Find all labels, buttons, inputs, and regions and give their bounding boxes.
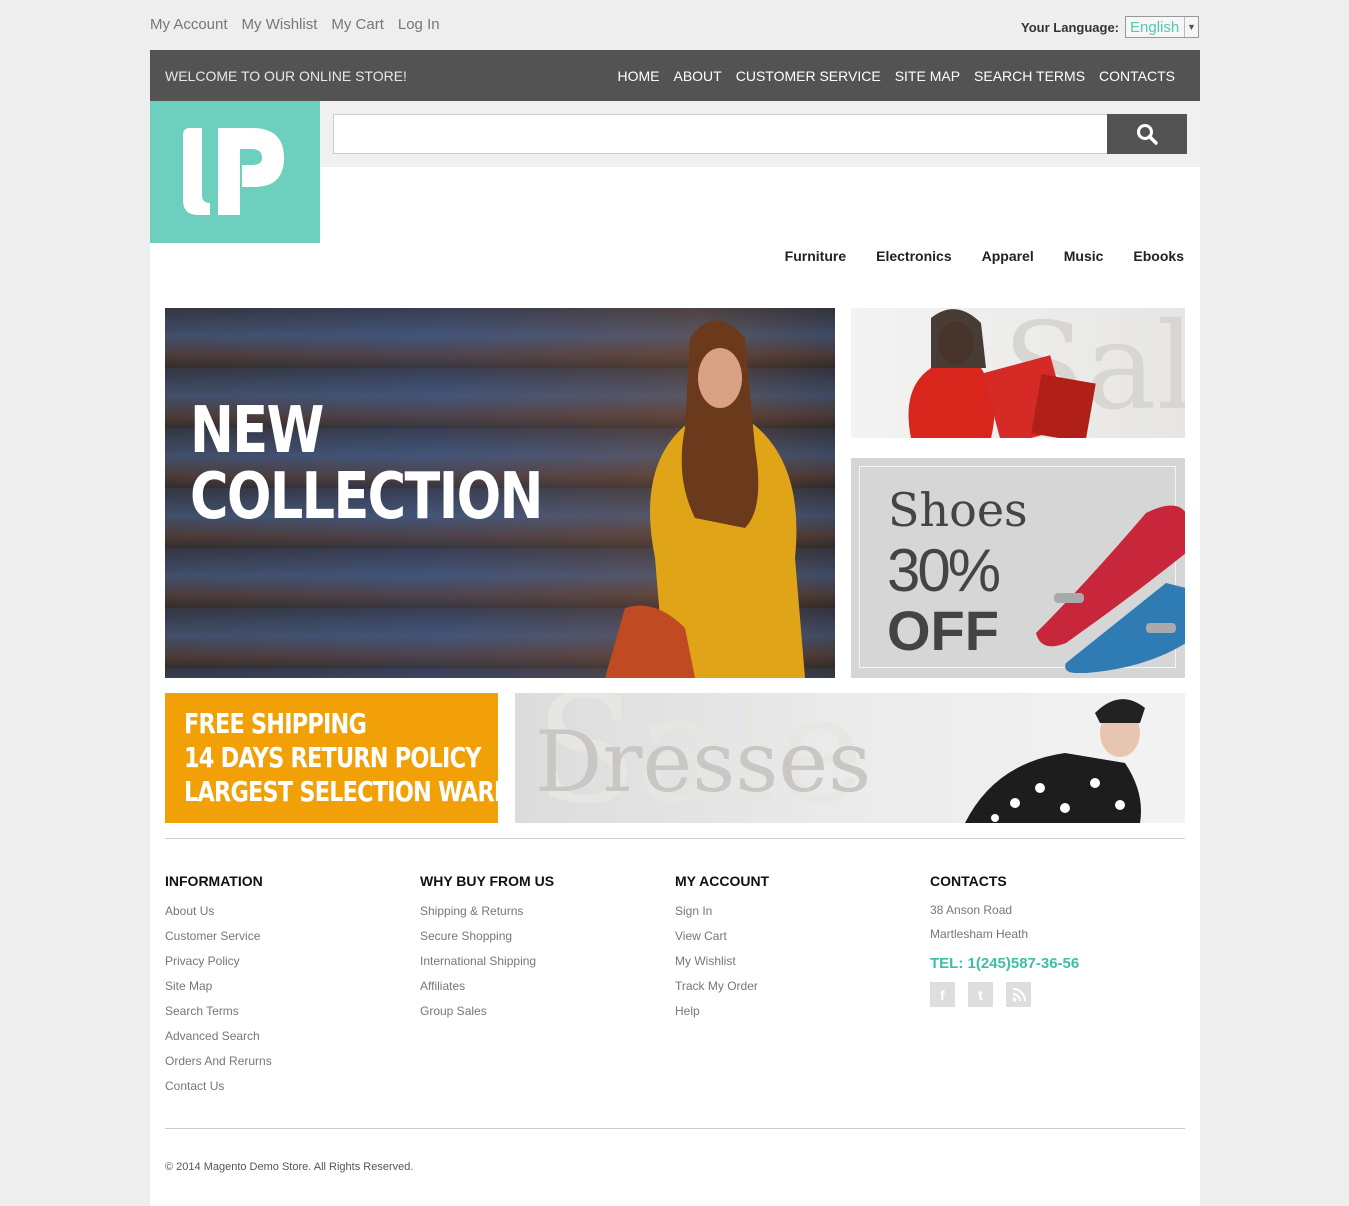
nav-home[interactable]: HOME	[617, 68, 659, 84]
footer-link-international-shipping[interactable]: International Shipping	[420, 953, 554, 978]
title-line-2: COLLECTION	[190, 460, 543, 534]
category-nav: Furniture Electronics Apparel Music Eboo…	[785, 248, 1184, 264]
title-line-1: NEW	[190, 394, 324, 468]
new-collection-banner[interactable]: NEW COLLECTION	[165, 308, 835, 678]
dresses-banner[interactable]: Sale Dresses	[515, 693, 1185, 823]
page-container: WELCOME TO OUR ONLINE STORE! HOME ABOUT …	[150, 50, 1200, 1206]
sale-model-image	[908, 309, 1096, 438]
footer-information: INFORMATION About Us Customer Service Pr…	[165, 873, 272, 1103]
footer-divider-bottom	[165, 1128, 1185, 1129]
my-cart-link[interactable]: My Cart	[331, 16, 384, 33]
welcome-message: WELCOME TO OUR ONLINE STORE!	[165, 67, 407, 84]
language-select[interactable]: English ▼	[1125, 16, 1199, 38]
my-wishlist-link[interactable]: My Wishlist	[242, 16, 318, 33]
social-links: f t	[930, 982, 1079, 1007]
footer-link-secure-shopping[interactable]: Secure Shopping	[420, 928, 554, 953]
search-icon	[1137, 124, 1158, 145]
footer-link-orders-returns[interactable]: Orders And Rerurns	[165, 1053, 272, 1078]
shoes-title: Shoes	[888, 483, 1028, 537]
footer-link-contact-us[interactable]: Contact Us	[165, 1078, 272, 1103]
shipping-line-3: LARGEST SELECTION WARES	[184, 775, 498, 808]
rss-icon[interactable]	[1006, 982, 1031, 1007]
nav-contacts[interactable]: CONTACTS	[1099, 68, 1175, 84]
footer-link-shipping-returns[interactable]: Shipping & Returns	[420, 903, 554, 928]
footer-link-search-terms[interactable]: Search Terms	[165, 1003, 272, 1028]
dresses-model-image	[965, 699, 1145, 823]
shipping-line-2: 14 DAYS RETURN POLICY	[184, 741, 481, 774]
chevron-down-icon: ▼	[1184, 17, 1198, 37]
my-account-link[interactable]: My Account	[150, 16, 228, 33]
category-ebooks[interactable]: Ebooks	[1133, 248, 1184, 264]
category-furniture[interactable]: Furniture	[785, 248, 846, 264]
footer-link-track-order[interactable]: Track My Order	[675, 978, 769, 1003]
nav-about[interactable]: ABOUT	[673, 68, 721, 84]
new-collection-title: NEW COLLECTION	[190, 394, 543, 534]
header-bar: WELCOME TO OUR ONLINE STORE! HOME ABOUT …	[150, 50, 1200, 101]
nav-site-map[interactable]: SITE MAP	[895, 68, 960, 84]
twitter-icon[interactable]: t	[968, 982, 993, 1007]
facebook-icon[interactable]: f	[930, 982, 955, 1007]
search-input[interactable]	[333, 114, 1108, 154]
copyright: © 2014 Magento Demo Store. All Rights Re…	[165, 1161, 414, 1173]
category-music[interactable]: Music	[1064, 248, 1104, 264]
information-heading: INFORMATION	[165, 873, 263, 889]
address-line-2: Martlesham Heath	[930, 927, 1029, 941]
dresses-title: Dresses	[535, 713, 872, 811]
shoes-discount-banner[interactable]: Shoes 30% OFF	[851, 458, 1185, 678]
why-buy-heading: WHY BUY FROM US	[420, 873, 555, 889]
lp-logo-icon	[183, 127, 284, 215]
search-button[interactable]	[1107, 114, 1187, 154]
footer-link-view-cart[interactable]: View Cart	[675, 928, 769, 953]
shipping-line-1: FREE SHIPPING	[184, 707, 367, 740]
rss-glyph-icon	[1012, 987, 1026, 1001]
shoes-off: OFF	[887, 599, 999, 662]
my-account-heading: MY ACCOUNT	[675, 873, 770, 889]
model-image	[605, 320, 805, 678]
footer-divider-top	[165, 838, 1185, 839]
main-nav: HOME ABOUT CUSTOMER SERVICE SITE MAP SEA…	[617, 68, 1175, 84]
footer-why-buy: WHY BUY FROM US Shipping & Returns Secur…	[420, 873, 554, 1028]
shoes-image	[1036, 505, 1185, 673]
address-line-1: 38 Anson Road	[930, 903, 1013, 917]
category-apparel[interactable]: Apparel	[982, 248, 1034, 264]
telephone: TEL: 1(245)587-36-56	[930, 955, 1080, 972]
footer-link-affiliates[interactable]: Affiliates	[420, 978, 554, 1003]
nav-search-terms[interactable]: SEARCH TERMS	[974, 68, 1085, 84]
footer-link-privacy-policy[interactable]: Privacy Policy	[165, 953, 272, 978]
footer-link-help[interactable]: Help	[675, 1003, 769, 1028]
free-shipping-banner[interactable]: FREE SHIPPING 14 DAYS RETURN POLICY LARG…	[165, 693, 498, 823]
category-electronics[interactable]: Electronics	[876, 248, 951, 264]
contacts-heading: CONTACTS	[930, 873, 1007, 889]
language-switcher: Your Language: English ▼	[1021, 16, 1199, 38]
search-area	[320, 101, 1200, 167]
shoes-percent: 30%	[887, 537, 1001, 604]
footer-link-customer-service[interactable]: Customer Service	[165, 928, 272, 953]
nav-customer-service[interactable]: CUSTOMER SERVICE	[736, 68, 881, 84]
footer-contacts: CONTACTS 38 Anson Road Martlesham Heath …	[930, 873, 1079, 1007]
footer-link-site-map[interactable]: Site Map	[165, 978, 272, 1003]
language-label: Your Language:	[1021, 19, 1119, 35]
footer-link-about-us[interactable]: About Us	[165, 903, 272, 928]
footer-link-advanced-search[interactable]: Advanced Search	[165, 1028, 272, 1053]
footer-my-account: MY ACCOUNT Sign In View Cart My Wishlist…	[675, 873, 769, 1028]
top-links: My Account My Wishlist My Cart Log In	[150, 16, 440, 33]
store-logo[interactable]	[150, 101, 320, 243]
footer-link-group-sales[interactable]: Group Sales	[420, 1003, 554, 1028]
language-value: English	[1130, 18, 1180, 36]
log-in-link[interactable]: Log In	[398, 16, 440, 33]
sale-banner[interactable]: Sal	[851, 308, 1185, 438]
footer-link-sign-in[interactable]: Sign In	[675, 903, 769, 928]
footer-link-my-wishlist[interactable]: My Wishlist	[675, 953, 769, 978]
